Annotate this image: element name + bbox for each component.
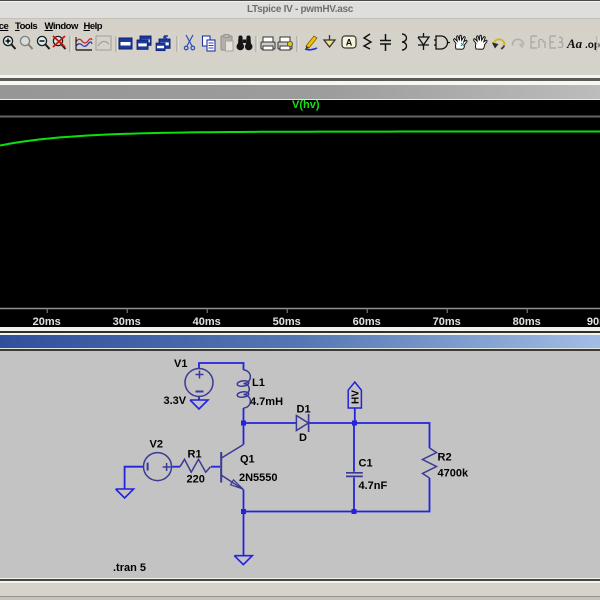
svg-text:90ms: 90ms bbox=[587, 316, 600, 327]
svg-text:Q1: Q1 bbox=[240, 454, 255, 466]
svg-text:V1: V1 bbox=[174, 358, 187, 370]
svg-text:4.7nF: 4.7nF bbox=[359, 480, 388, 492]
svg-text:A: A bbox=[346, 38, 353, 48]
svg-text:3.3V: 3.3V bbox=[164, 395, 187, 407]
svg-text:40ms: 40ms bbox=[193, 316, 221, 327]
svg-text:80ms: 80ms bbox=[513, 316, 541, 327]
svg-text:L1: L1 bbox=[252, 377, 265, 389]
svg-text:V2: V2 bbox=[150, 439, 163, 451]
svg-text:R1: R1 bbox=[188, 449, 202, 461]
svg-text:HV: HV bbox=[350, 390, 361, 404]
svg-text:4.7mH: 4.7mH bbox=[250, 396, 283, 408]
svg-text:60ms: 60ms bbox=[353, 316, 381, 327]
svg-text:20ms: 20ms bbox=[33, 316, 61, 327]
svg-text:.tran 5: .tran 5 bbox=[113, 562, 146, 574]
svg-text:50ms: 50ms bbox=[273, 316, 301, 327]
svg-text:70ms: 70ms bbox=[433, 316, 461, 327]
svg-text:D1: D1 bbox=[297, 404, 311, 416]
svg-text:D: D bbox=[299, 432, 307, 444]
svg-text:4700k: 4700k bbox=[438, 468, 469, 480]
svg-text:Aa: Aa bbox=[566, 36, 583, 51]
svg-text:220: 220 bbox=[187, 474, 205, 486]
svg-text:2N5550: 2N5550 bbox=[239, 472, 278, 484]
svg-text:C1: C1 bbox=[359, 458, 373, 470]
svg-text:R2: R2 bbox=[438, 452, 452, 464]
svg-text:30ms: 30ms bbox=[113, 316, 141, 327]
